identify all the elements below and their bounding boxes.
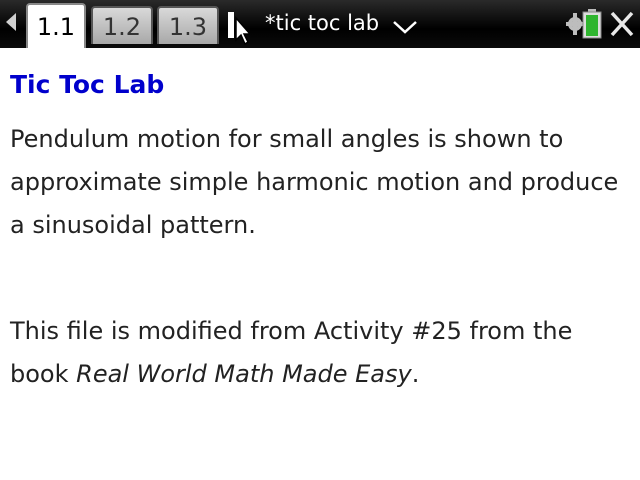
chevron-down-icon[interactable]	[392, 20, 418, 34]
book-title: Real World Math Made Easy	[76, 360, 412, 388]
document-title[interactable]: *tic toc lab	[265, 8, 379, 38]
description-paragraph: Pendulum motion for small angles is show…	[10, 125, 619, 239]
tab-1-1[interactable]: 1.1	[26, 3, 86, 48]
source-paragraph: This file is modified from Activity #25 …	[10, 310, 630, 396]
tab-1-2[interactable]: 1.2	[91, 6, 153, 44]
source-suffix: .	[411, 360, 420, 388]
tab-1-3[interactable]: 1.3	[157, 6, 219, 44]
mouse-pointer-icon	[228, 12, 250, 46]
page-title: Tic Toc Lab	[10, 70, 165, 99]
left-arrow-icon[interactable]	[6, 13, 16, 31]
battery-icon	[582, 9, 602, 39]
close-icon[interactable]	[608, 9, 636, 39]
top-toolbar: 1.1 1.2 1.3 *tic toc lab	[0, 0, 640, 48]
